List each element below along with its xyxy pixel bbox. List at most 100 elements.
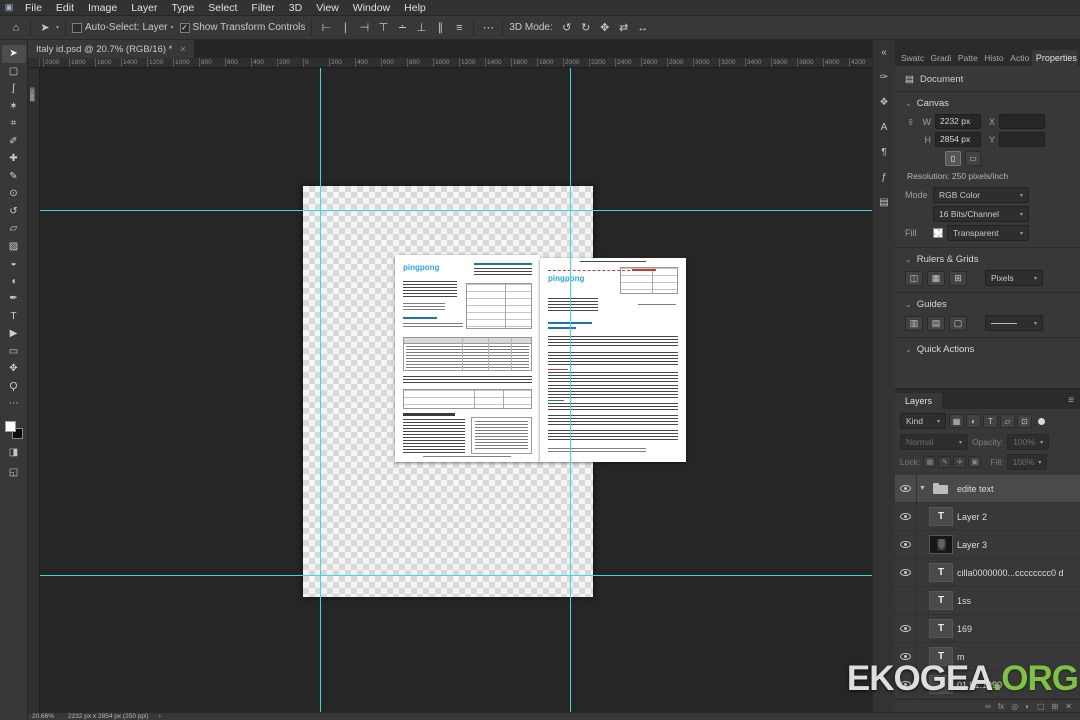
- pen-tool[interactable]: ✒: [2, 290, 26, 308]
- magic-wand-tool[interactable]: ✶: [2, 98, 26, 116]
- filter-shape-icon[interactable]: ▱: [1000, 414, 1015, 428]
- guide-horizontal[interactable]: [40, 575, 872, 576]
- statement-page-1[interactable]: pingpong: [395, 255, 540, 462]
- quick-actions-section-header[interactable]: ⌄ Quick Actions: [905, 344, 1070, 355]
- eyedropper-tool[interactable]: ✐: [2, 133, 26, 151]
- align-middle-icon[interactable]: ∸: [394, 21, 410, 34]
- menu-item[interactable]: Select: [201, 0, 244, 16]
- layer-effects-icon[interactable]: fx: [998, 702, 1004, 711]
- canvas-section-header[interactable]: ⌄ Canvas: [905, 98, 1070, 109]
- foreground-color-swatch[interactable]: [4, 420, 16, 432]
- lock-transparency-icon[interactable]: ▦: [923, 456, 937, 468]
- ruler-origin[interactable]: [28, 58, 40, 68]
- align-center-h-icon[interactable]: ∣: [337, 21, 353, 34]
- panel-tab[interactable]: Properties: [1031, 50, 1078, 66]
- statement-page-2[interactable]: pingpong: [540, 258, 686, 462]
- height-field[interactable]: 2854 px: [935, 132, 981, 147]
- link-layers-icon[interactable]: ∞: [985, 702, 991, 711]
- more-options-icon[interactable]: ⋯: [480, 21, 496, 34]
- lasso-tool[interactable]: ʃ: [2, 80, 26, 98]
- marquee-tool[interactable]: ▢: [2, 63, 26, 81]
- visibility-toggle[interactable]: [895, 587, 917, 614]
- width-field[interactable]: 2232 px: [935, 114, 981, 129]
- menu-item[interactable]: Layer: [124, 0, 164, 16]
- clear-guides-icon[interactable]: ▢: [949, 315, 967, 331]
- panel-tab[interactable]: Gradi: [927, 50, 954, 66]
- layer-fill-select[interactable]: 100% ▾: [1006, 454, 1047, 470]
- grid-settings-icon[interactable]: ⊞: [949, 270, 967, 286]
- new-layer-icon[interactable]: ⊞: [1052, 702, 1059, 711]
- layer-row[interactable]: ▼ 1ss: [895, 587, 1080, 615]
- hand-tool[interactable]: ✥: [2, 360, 26, 378]
- bit-depth-select[interactable]: 16 Bits/Channel ▾: [933, 206, 1029, 222]
- 3d-scale-icon[interactable]: ↔: [635, 22, 651, 34]
- filter-type-icon[interactable]: T: [983, 414, 998, 428]
- guide-vertical[interactable]: [570, 68, 571, 713]
- portrait-orientation-button[interactable]: ▯: [945, 151, 961, 166]
- color-mode-select[interactable]: RGB Color ▾: [933, 187, 1029, 203]
- new-guide-layout-icon[interactable]: ▥: [905, 315, 923, 331]
- color-swatches[interactable]: [3, 419, 25, 441]
- current-tool-indicator[interactable]: ➤ ▾: [37, 21, 59, 34]
- menu-item[interactable]: Image: [81, 0, 124, 16]
- layers-tab[interactable]: Layers: [895, 393, 943, 409]
- clone-stamp-tool[interactable]: ⊙: [2, 185, 26, 203]
- menu-item[interactable]: View: [309, 0, 346, 16]
- guides-section-header[interactable]: ⌄ Guides: [905, 299, 1070, 310]
- panel-tab[interactable]: Histo: [980, 50, 1006, 66]
- align-right-icon[interactable]: ⊣: [356, 21, 372, 34]
- filter-toggle-icon[interactable]: [1038, 417, 1045, 425]
- character-panel-icon[interactable]: A: [875, 119, 894, 135]
- panel-tab[interactable]: Actio: [1006, 50, 1032, 66]
- brushes-icon[interactable]: ❖: [875, 94, 894, 110]
- quick-mask-button[interactable]: ◨: [2, 445, 26, 461]
- lock-position-icon[interactable]: ✛: [953, 456, 967, 468]
- history-brush-tool[interactable]: ↺: [2, 203, 26, 221]
- close-icon[interactable]: ×: [180, 44, 185, 54]
- y-field[interactable]: [999, 132, 1045, 147]
- show-transform-checkbox[interactable]: ✓: [179, 22, 190, 33]
- edit-toolbar-icon[interactable]: ⋯: [2, 395, 26, 413]
- rulers-grids-section-header[interactable]: ⌄ Rulers & Grids: [905, 254, 1070, 265]
- toggle-rulers-icon[interactable]: ◫: [905, 270, 923, 286]
- layer-mask-icon[interactable]: ◎: [1011, 702, 1018, 711]
- guide-style-select[interactable]: ▾: [985, 315, 1043, 331]
- auto-select-checkbox[interactable]: [72, 22, 83, 33]
- distribute-h-icon[interactable]: ∥: [432, 21, 448, 34]
- layer-row[interactable]: ▼ Layer 3: [895, 531, 1080, 559]
- vertical-ruler[interactable]: 800 600 400 200 0 200 400 600 800 1000 1200 1400 160…: [28, 68, 40, 713]
- align-left-icon[interactable]: ⊢: [318, 21, 334, 34]
- menu-item[interactable]: Type: [164, 0, 201, 16]
- brush-settings-icon[interactable]: ✑: [875, 69, 894, 85]
- 3d-pan-icon[interactable]: ✥: [597, 21, 613, 34]
- zoom-tool[interactable]: Ϙ: [2, 378, 26, 396]
- landscape-orientation-button[interactable]: ▭: [965, 151, 981, 166]
- home-icon[interactable]: ⌂: [8, 22, 24, 34]
- filter-smart-object-icon[interactable]: ⊡: [1017, 414, 1032, 428]
- visibility-toggle[interactable]: [895, 531, 917, 558]
- distribute-v-icon[interactable]: ≡: [451, 22, 467, 34]
- align-top-icon[interactable]: ⊤: [375, 21, 391, 34]
- x-field[interactable]: [999, 114, 1045, 129]
- 3d-rotate-icon[interactable]: ↺: [559, 21, 575, 34]
- glyphs-panel-icon[interactable]: ƒ: [875, 169, 894, 185]
- menu-item[interactable]: Edit: [49, 0, 81, 16]
- link-dimensions-icon[interactable]: ∞: [906, 118, 916, 124]
- units-select[interactable]: Pixels ▾: [985, 270, 1043, 286]
- eraser-tool[interactable]: ▱: [2, 220, 26, 238]
- visibility-toggle[interactable]: [895, 475, 917, 502]
- screen-mode-button[interactable]: ◱: [2, 465, 26, 481]
- delete-layer-icon[interactable]: ✕: [1065, 702, 1072, 711]
- toggle-grid-icon[interactable]: ▦: [927, 270, 945, 286]
- layer-row[interactable]: ▼ edite text: [895, 475, 1080, 503]
- dodge-tool[interactable]: ◖: [2, 273, 26, 291]
- layer-row[interactable]: ▼ 169: [895, 615, 1080, 643]
- 3d-slide-icon[interactable]: ⇄: [616, 21, 632, 34]
- layer-row[interactable]: ▼ cilla0000000...cccccccc0 d: [895, 559, 1080, 587]
- guide-vertical[interactable]: [320, 68, 321, 713]
- adjustment-layer-icon[interactable]: ◐: [1025, 702, 1030, 711]
- group-expander-icon[interactable]: ▼: [917, 485, 928, 492]
- type-tool[interactable]: T: [2, 308, 26, 326]
- align-bottom-icon[interactable]: ⊥: [413, 21, 429, 34]
- lock-all-icon[interactable]: ▣: [968, 456, 982, 468]
